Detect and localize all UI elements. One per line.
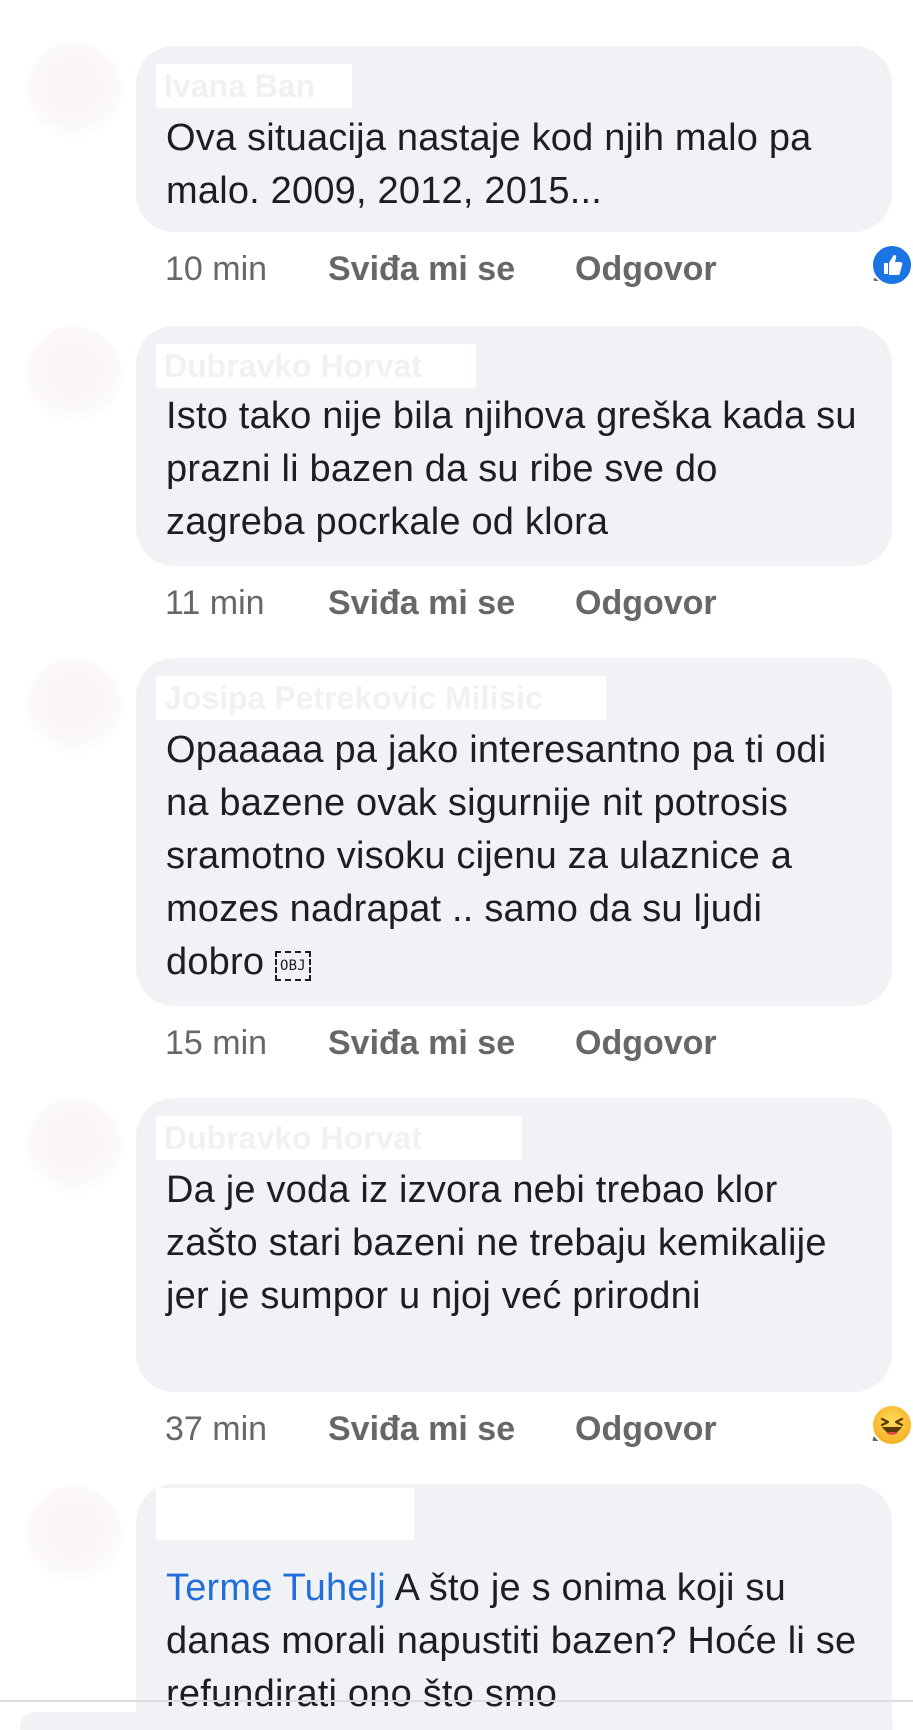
comment-actions: 15 min Sviđa mi se Odgovor <box>165 1018 895 1068</box>
like-icon <box>870 244 913 286</box>
like-button[interactable]: Sviđa mi se <box>328 244 515 294</box>
reply-button[interactable]: Odgovor <box>575 578 717 628</box>
emoji-placeholder-icon: OBJ <box>274 951 311 981</box>
comment-bubble: Dubravko Horvat Da je voda iz izvora neb… <box>136 1098 892 1392</box>
comment-input-bar[interactable] <box>20 1712 893 1730</box>
comment-author[interactable]: Ivana Ban <box>156 64 352 108</box>
comment-actions: 11 min Sviđa mi se Odgovor <box>165 578 895 628</box>
comment-text: Isto tako nije bila njihova greška kada … <box>166 395 857 543</box>
comment-time[interactable]: 10 min <box>165 244 267 294</box>
reply-button[interactable]: Odgovor <box>575 1018 717 1068</box>
comment-time[interactable]: 37 min <box>165 1404 267 1454</box>
comment-text: Opaaaaa pa jako interesantno pa ti odi n… <box>166 724 866 989</box>
reaction-summary[interactable]: 1 <box>870 244 913 294</box>
avatar[interactable] <box>26 42 122 138</box>
divider <box>0 1700 913 1702</box>
avatar[interactable] <box>26 326 122 422</box>
comment-bubble: Josipa Petrekovic Milisic Opaaaaa pa jak… <box>136 658 892 1006</box>
page-mention-link[interactable]: Terme Tuhelj <box>166 1567 386 1609</box>
avatar[interactable] <box>26 1098 122 1194</box>
comment-bubble: Dubravko Horvat Isto tako nije bila njih… <box>136 326 892 566</box>
like-button[interactable]: Sviđa mi se <box>328 1018 515 1068</box>
comment-text: Terme Tuhelj A što je s onima koji su da… <box>166 1562 866 1721</box>
comment-text: Da je voda iz izvora nebi trebao klor za… <box>166 1169 827 1317</box>
reply-button[interactable]: Odgovor <box>575 1404 717 1454</box>
comment-time[interactable]: 11 min <box>165 578 265 628</box>
comment-author[interactable]: Josipa Petrekovic Milisic <box>156 676 606 720</box>
like-button[interactable]: Sviđa mi se <box>328 578 515 628</box>
haha-icon <box>870 1404 913 1446</box>
comment-actions: 10 min Sviđa mi se Odgovor 1 <box>165 244 913 294</box>
avatar[interactable] <box>26 658 122 754</box>
comment-author[interactable]: Dubravko Horvat <box>156 344 476 388</box>
comment-bubble: Ivana Ban Ova situacija nastaje kod njih… <box>136 46 892 232</box>
comment-time[interactable]: 15 min <box>165 1018 267 1068</box>
reaction-summary[interactable]: 2 <box>870 1404 913 1454</box>
reply-button[interactable]: Odgovor <box>575 244 717 294</box>
like-button[interactable]: Sviđa mi se <box>328 1404 515 1454</box>
comment-text-body: Opaaaaa pa jako interesantno pa ti odi n… <box>166 729 827 983</box>
comment-bubble: Terme Tuhelj A što je s onima koji su da… <box>136 1484 892 1730</box>
comment-thread: Ivana Ban Ova situacija nastaje kod njih… <box>0 0 913 1730</box>
comment-author[interactable] <box>156 1488 414 1540</box>
comment-text: Ova situacija nastaje kod njih malo pa m… <box>166 117 812 212</box>
comment-actions: 37 min Sviđa mi se Odgovor 2 <box>165 1404 913 1454</box>
avatar[interactable] <box>26 1486 122 1582</box>
comment-author[interactable]: Dubravko Horvat <box>156 1116 522 1160</box>
